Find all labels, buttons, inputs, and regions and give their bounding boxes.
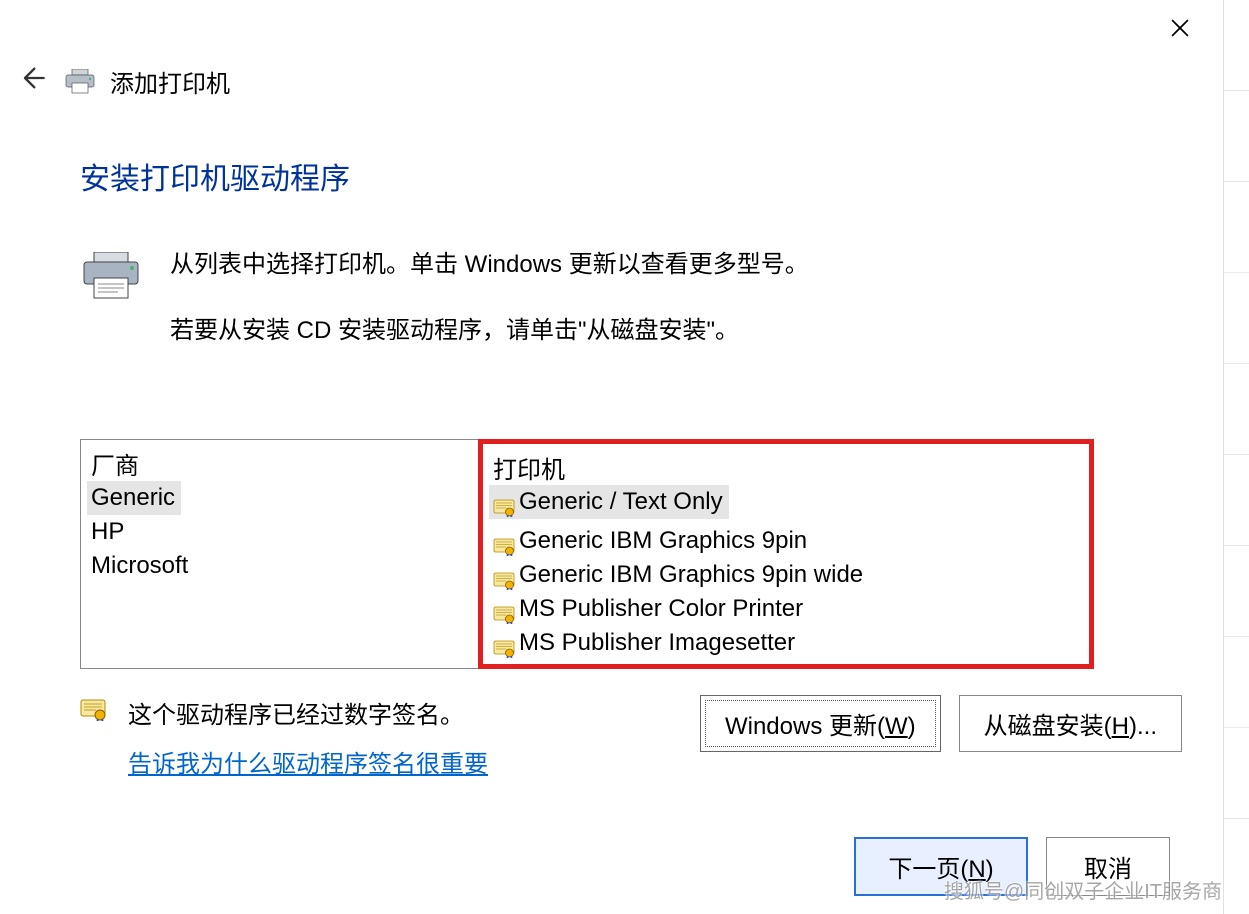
certificate-icon — [493, 634, 515, 652]
signature-importance-link[interactable]: 告诉我为什么驱动程序签名很重要 — [128, 744, 488, 779]
signature-info: 这个驱动程序已经过数字签名。 告诉我为什么驱动程序签名很重要 — [80, 695, 488, 779]
printer-item[interactable]: Generic IBM Graphics 9pin — [489, 524, 1083, 558]
printer-item-label: Generic / Text Only — [519, 485, 723, 519]
add-printer-wizard-window: 添加打印机 安装打印机驱动程序 从列表中选择打印机。单击 Windows 更新以… — [0, 0, 1222, 914]
signature-row: 这个驱动程序已经过数字签名。 告诉我为什么驱动程序签名很重要 Windows 更… — [80, 695, 1182, 779]
signature-text-block: 这个驱动程序已经过数字签名。 告诉我为什么驱动程序签名很重要 — [128, 695, 488, 779]
certificate-icon — [493, 493, 515, 511]
description-line-1: 从列表中选择打印机。单击 Windows 更新以查看更多型号。 — [170, 246, 809, 284]
printer-item[interactable]: Generic / Text Only — [489, 485, 729, 519]
certificate-icon — [493, 532, 515, 550]
printer-item-label: Generic IBM Graphics 9pin wide — [519, 558, 863, 592]
windows-update-button[interactable]: Windows 更新(W) — [700, 695, 941, 752]
manufacturer-item[interactable]: Microsoft — [87, 549, 472, 583]
manufacturer-item[interactable]: Generic — [87, 481, 181, 515]
printer-icon — [64, 69, 96, 95]
wizard-title: 添加打印机 — [110, 64, 230, 99]
description-text: 从列表中选择打印机。单击 Windows 更新以查看更多型号。 若要从安装 CD… — [170, 246, 809, 379]
button-label: Windows 更新( — [725, 713, 885, 740]
printer-item-label: MS Publisher Color Printer — [519, 592, 803, 626]
certificate-icon — [493, 600, 515, 618]
description-line-2: 若要从安装 CD 安装驱动程序，请单击"从磁盘安装"。 — [170, 312, 809, 350]
mnemonic: W — [885, 713, 908, 740]
back-arrow-icon — [18, 64, 46, 92]
back-button[interactable] — [14, 64, 50, 99]
printer-item[interactable]: Generic IBM Graphics 9pin wide — [489, 558, 1083, 592]
certificate-icon — [80, 699, 106, 721]
cancel-button[interactable]: 取消 — [1046, 837, 1170, 896]
manufacturer-column-header: 厂商 — [87, 446, 472, 481]
certificate-icon — [493, 566, 515, 584]
printer-item-label: MS Publisher Imagesetter — [519, 626, 795, 660]
install-from-disk-button[interactable]: 从磁盘安装(H)... — [959, 695, 1182, 752]
background-decoration — [1223, 0, 1249, 914]
printer-listbox[interactable]: 打印机 Generic / Text Only Generic IBM Graph… — [478, 439, 1094, 669]
mnemonic: H — [1112, 713, 1129, 740]
printer-column-header: 打印机 — [489, 450, 1083, 485]
description-row: 从列表中选择打印机。单击 Windows 更新以查看更多型号。 若要从安装 CD… — [80, 246, 1182, 379]
close-button[interactable] — [1160, 8, 1200, 48]
button-label-suffix: ) — [986, 856, 994, 883]
button-label: 从磁盘安装( — [984, 713, 1112, 740]
printer-large-icon — [80, 252, 142, 300]
printer-item[interactable]: MS Publisher Imagesetter — [489, 626, 1083, 660]
next-button[interactable]: 下一页(N) — [854, 837, 1028, 896]
section-heading: 安装打印机驱动程序 — [80, 154, 1182, 198]
printer-item-label: Generic IBM Graphics 9pin — [519, 524, 807, 558]
manufacturer-listbox[interactable]: 厂商 GenericHPMicrosoft — [80, 439, 479, 669]
button-label-suffix: ) — [908, 713, 916, 740]
driver-selection-lists: 厂商 GenericHPMicrosoft 打印机 Generic / Text… — [80, 439, 1182, 669]
wizard-footer-buttons: 下一页(N) 取消 — [854, 837, 1170, 896]
manufacturer-item[interactable]: HP — [87, 515, 472, 549]
signature-status-text: 这个驱动程序已经过数字签名。 — [128, 695, 488, 730]
printer-item[interactable]: MS Publisher Color Printer — [489, 592, 1083, 626]
button-label: 下一页( — [888, 856, 968, 883]
wizard-content: 安装打印机驱动程序 从列表中选择打印机。单击 Windows 更新以查看更多型号… — [80, 154, 1182, 779]
mnemonic: N — [968, 856, 985, 883]
driver-source-buttons: Windows 更新(W) 从磁盘安装(H)... — [700, 695, 1182, 752]
wizard-header: 添加打印机 — [14, 64, 1222, 99]
button-label-suffix: )... — [1129, 713, 1157, 740]
close-icon — [1171, 19, 1189, 37]
